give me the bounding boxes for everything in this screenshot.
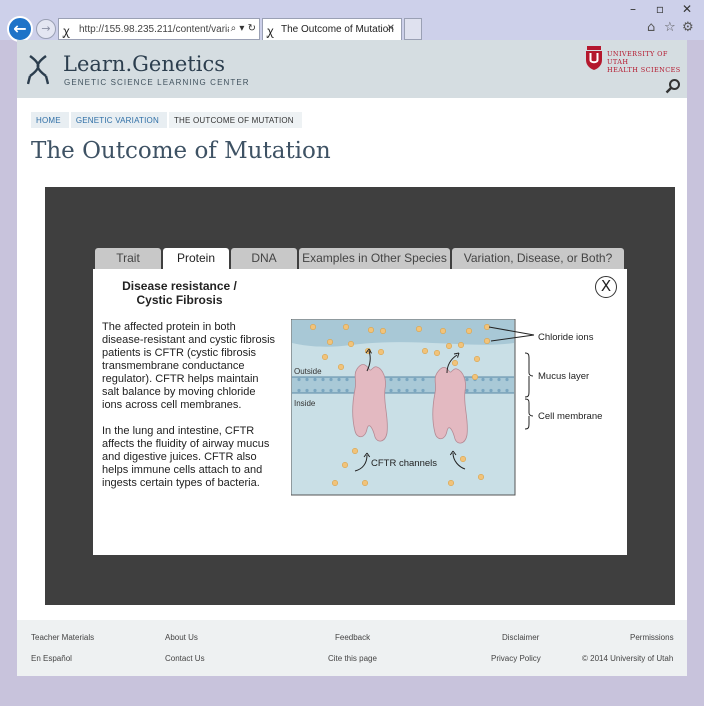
site-footer: Teacher Materials About Us Feedback Disc… [17, 620, 687, 676]
panel-title-line2: Cystic Fibrosis [136, 293, 223, 307]
shield-icon [586, 46, 602, 70]
tab-trait[interactable]: Trait [95, 248, 161, 269]
favicon-icon: ꭕ [63, 24, 70, 38]
footer-copyright: © 2014 University of Utah [582, 654, 674, 663]
tab-examples-other-species[interactable]: Examples in Other Species [299, 248, 450, 269]
panel-title: Disease resistance / Cystic Fibrosis [107, 279, 252, 307]
web-page: Learn.Genetics GENETIC SCIENCE LEARNING … [17, 40, 687, 676]
home-icon[interactable]: ⌂ [647, 20, 655, 35]
interactive-stage: Trait Protein DNA Examples in Other Spec… [45, 187, 675, 605]
minimize-icon[interactable]: – [623, 2, 643, 16]
address-bar[interactable]: ꭕ http://155.98.235.211/content/variatio… [58, 18, 260, 40]
footer-about-us[interactable]: About Us [165, 633, 198, 642]
panel-title-line1: Disease resistance / [122, 279, 237, 293]
label-inside: Inside [294, 399, 316, 408]
arrow-left-icon[interactable]: ← [7, 16, 33, 42]
description-paragraph-1: The affected protein in both disease-res… [102, 321, 276, 411]
search-icon[interactable] [665, 78, 681, 94]
tab-title: The Outcome of Mutation [281, 24, 394, 35]
site-tagline: GENETIC SCIENCE LEARNING CENTER [64, 78, 250, 87]
breadcrumb-genetic-variation[interactable]: GENETIC VARIATION [70, 112, 169, 128]
tab-bar: Trait Protein DNA Examples in Other Spec… [95, 248, 626, 269]
footer-privacy-policy[interactable]: Privacy Policy [491, 654, 541, 663]
partner-line2: HEALTH SCIENCES [607, 66, 681, 74]
favicon-icon: ꭕ [267, 24, 274, 38]
star-icon[interactable]: ☆ [664, 20, 676, 35]
search-dropdown-refresh-icons[interactable]: ⌕ ▾ ↻ [228, 23, 256, 34]
label-outside: Outside [294, 367, 322, 376]
site-header: Learn.Genetics GENETIC SCIENCE LEARNING … [17, 40, 687, 98]
close-panel-button[interactable]: X [595, 276, 617, 298]
tab-dna[interactable]: DNA [231, 248, 297, 269]
cftr-diagram: Outside Inside CFTR channels Chloride io… [291, 319, 602, 496]
footer-teacher-materials[interactable]: Teacher Materials [31, 633, 94, 642]
label-cell-membrane: Cell membrane [538, 411, 602, 422]
footer-feedback[interactable]: Feedback [335, 633, 370, 642]
close-tab-icon[interactable]: ✕ [387, 23, 395, 34]
footer-permissions[interactable]: Permissions [630, 633, 674, 642]
gear-icon[interactable]: ⚙ [682, 20, 694, 35]
browser-chrome: – ▫ ✕ ← → ꭕ http://155.98.235.211/conten… [0, 0, 704, 42]
tab-protein[interactable]: Protein [163, 248, 229, 269]
label-chloride-ions: Chloride ions [538, 332, 594, 343]
breadcrumb: HOME GENETIC VARIATION THE OUTCOME OF MU… [31, 112, 304, 128]
footer-disclaimer[interactable]: Disclaimer [502, 633, 539, 642]
label-cftr-channels: CFTR channels [371, 458, 437, 469]
browser-tab[interactable]: ꭕ The Outcome of Mutation ✕ [262, 18, 402, 40]
page-title: The Outcome of Mutation [31, 138, 331, 164]
footer-en-espanol[interactable]: En Español [31, 654, 72, 663]
tab-variation-disease[interactable]: Variation, Disease, or Both? [452, 248, 624, 269]
breadcrumb-current: THE OUTCOME OF MUTATION [168, 112, 304, 128]
partner-line1: UNIVERSITY OF UTAH [607, 50, 668, 66]
label-mucus-layer: Mucus layer [538, 371, 589, 382]
footer-contact-us[interactable]: Contact Us [165, 654, 205, 663]
restore-icon[interactable]: ▫ [650, 2, 670, 16]
site-brand[interactable]: Learn.Genetics [63, 52, 225, 76]
content-panel: Disease resistance / Cystic Fibrosis X T… [93, 269, 627, 555]
partner-text: UNIVERSITY OF UTAH HEALTH SCIENCES [607, 50, 683, 74]
new-tab-button[interactable] [404, 18, 422, 40]
panel-description: The affected protein in both disease-res… [102, 321, 278, 503]
footer-cite-page[interactable]: Cite this page [328, 654, 377, 663]
dna-logo-icon[interactable] [27, 54, 49, 86]
url-text: http://155.98.235.211/content/variation/ [79, 24, 252, 35]
university-logo[interactable]: UNIVERSITY OF UTAH HEALTH SCIENCES [585, 46, 683, 74]
breadcrumb-home[interactable]: HOME [31, 112, 71, 128]
close-window-icon[interactable]: ✕ [677, 2, 697, 16]
description-paragraph-2: In the lung and intestine, CFTR affects … [102, 425, 270, 489]
arrow-right-icon[interactable]: → [36, 19, 56, 39]
